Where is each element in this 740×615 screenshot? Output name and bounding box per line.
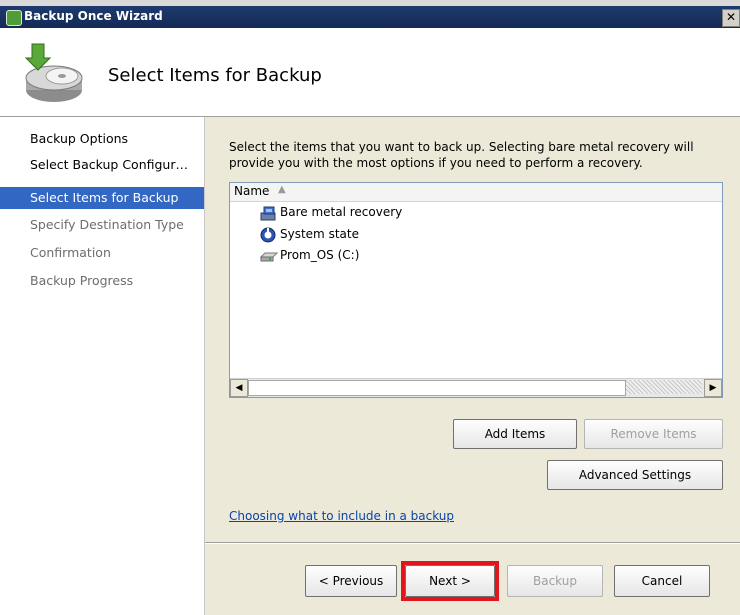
next-button-highlight <box>401 561 499 601</box>
remove-items-button[interactable]: Remove Items <box>584 419 723 449</box>
window-title: Backup Once Wizard <box>24 9 163 23</box>
bare-metal-icon <box>260 206 276 221</box>
scroll-track[interactable] <box>626 380 702 394</box>
instructions-text: Select the items that you want to back u… <box>229 140 694 170</box>
horizontal-scrollbar[interactable]: ◀ ▶ <box>230 378 722 397</box>
list-column-header[interactable]: Name ▲ <box>230 183 722 202</box>
nav-step-select-backup-configuration[interactable]: Select Backup Configur… <box>0 154 204 176</box>
wizard-content: Select the items that you want to back u… <box>205 117 740 615</box>
backup-disk-icon <box>24 43 83 102</box>
list-item-label: System state <box>280 227 359 241</box>
wizard-step-nav: Backup Options Select Backup Configur… S… <box>0 117 205 615</box>
backup-button[interactable]: Backup <box>507 565 603 597</box>
nav-step-select-items[interactable]: Select Items for Backup <box>0 187 204 209</box>
column-name-header[interactable]: Name <box>234 184 269 198</box>
scroll-left-icon[interactable]: ◀ <box>230 379 248 397</box>
scroll-thumb[interactable] <box>248 380 626 396</box>
nav-step-backup-progress: Backup Progress <box>30 273 134 288</box>
nav-step-confirmation: Confirmation <box>30 245 111 260</box>
backup-items-list[interactable]: Name ▲ Bare metal recovery System state <box>229 182 723 398</box>
list-item-label: Bare metal recovery <box>280 205 403 219</box>
nav-step-specify-destination: Specify Destination Type <box>30 217 184 232</box>
wizard-header: Select Items for Backup <box>0 28 740 117</box>
page-title: Select Items for Backup <box>108 65 322 86</box>
close-button[interactable]: ✕ <box>722 9 740 27</box>
drive-icon <box>260 252 278 262</box>
sort-ascending-icon: ▲ <box>278 184 286 195</box>
advanced-settings-button[interactable]: Advanced Settings <box>547 460 723 490</box>
scroll-right-icon[interactable]: ▶ <box>704 379 722 397</box>
list-item-label: Prom_OS (C:) <box>280 248 360 262</box>
cancel-button[interactable]: Cancel <box>614 565 710 597</box>
help-link[interactable]: Choosing what to include in a backup <box>229 509 454 523</box>
footer-divider <box>205 542 740 544</box>
add-items-button[interactable]: Add Items <box>453 419 577 449</box>
nav-step-backup-options[interactable]: Backup Options <box>0 128 204 150</box>
previous-button[interactable]: < Previous <box>305 565 397 597</box>
wizard-app-icon <box>6 10 22 26</box>
title-bar[interactable]: Backup Once Wizard ✕ <box>0 6 740 28</box>
system-state-icon <box>260 227 276 243</box>
